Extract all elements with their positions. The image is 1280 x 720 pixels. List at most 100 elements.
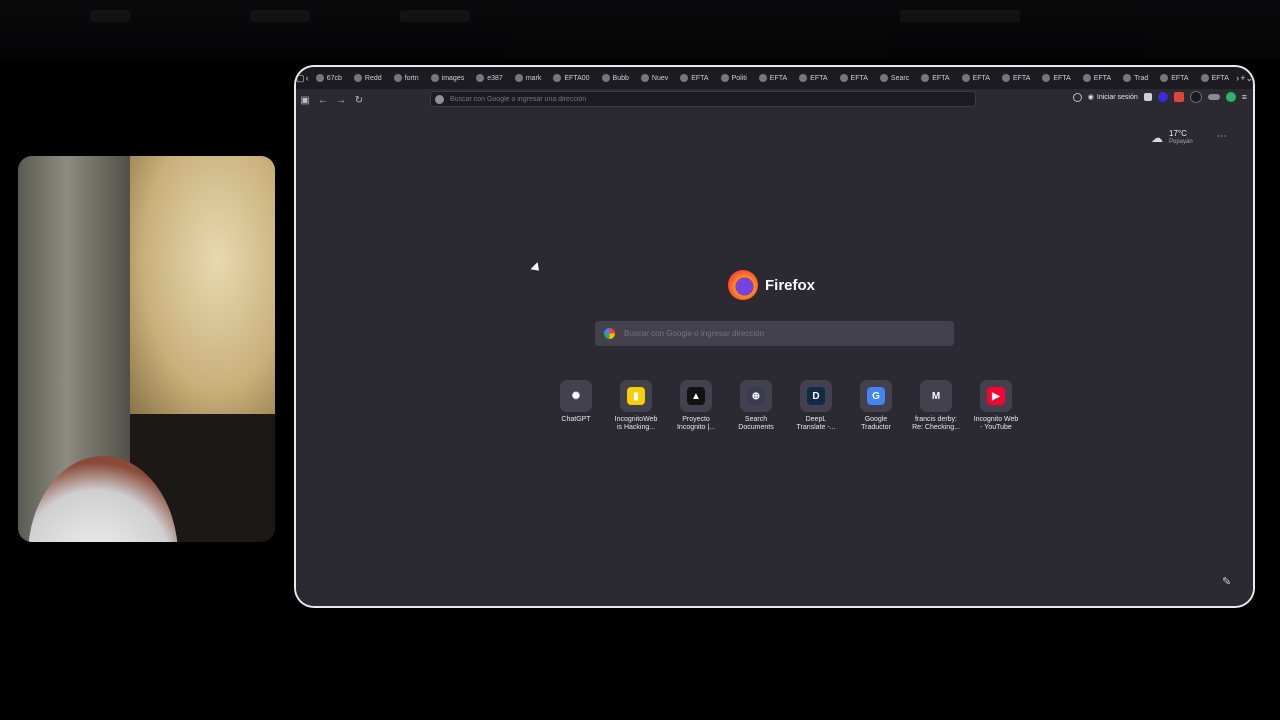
webcam-overlay [18,156,275,542]
tab-favicon-icon [680,74,689,82]
shortcut-icon-box: ⊕ [740,380,772,412]
tab[interactable]: EFTA [834,67,874,89]
tab-label: EFTA [972,74,990,82]
tab[interactable]: EFTA [674,67,714,89]
tab[interactable]: 67cb [310,67,348,89]
shortcut-tile[interactable]: D DeepL Translate -... [786,380,846,432]
sidebar-icon[interactable]: ▣ [296,91,314,109]
tab-label: Trad [1134,74,1149,82]
search-engine-icon[interactable] [435,94,444,104]
tab-label: EFTA [810,74,828,82]
shortcut-label-line2: Re: Checking... [912,424,960,431]
firefox-window: ▢ ‹ 67cb Redd fortn images e387 mark EFTA00 Bub… [296,67,1253,606]
tab[interactable]: e387 [470,67,509,89]
shortcut-label-line2: is Hacking... [616,424,656,431]
tab-favicon-icon [720,74,729,82]
tab-favicon-icon [758,74,767,82]
menu-icon[interactable]: ≡ [1242,92,1247,102]
tab-favicon-icon [1123,74,1132,82]
tab-strip: ▢ ‹ 67cb Redd fortn images e387 mark EFTA00 Bub… [296,67,1253,89]
reload-icon[interactable]: ↻ [350,91,368,109]
tab[interactable]: EFTA [915,67,955,89]
chatgpt-icon: ✺ [567,387,585,405]
google-icon [604,328,615,339]
shortcut-tile[interactable]: ▮ IncognitoWeb is Hacking... [606,380,666,432]
shortcut-tile[interactable]: G Google Traductor [846,380,906,432]
tab[interactable]: EFTA [793,67,833,89]
tab[interactable]: Politi [715,67,753,89]
red-extension-icon[interactable] [1173,92,1184,102]
tab-label: EFTA [1093,74,1112,82]
proton-extension-icon[interactable] [1157,92,1168,102]
tab[interactable]: EFTA [753,67,793,89]
tab-favicon-icon [430,74,439,82]
shortcut-label-line1: Search [744,416,768,423]
tab[interactable]: Searc [874,67,915,89]
shortcut-tile[interactable]: ▶ Incognito Web - YouTube [966,380,1026,432]
tabs-container: 67cb Redd fortn images e387 mark EFTA00 Bubb Nue… [310,67,1235,89]
back-icon[interactable]: ← [314,91,332,109]
shortcut-label: Search Documents [727,416,785,432]
tab[interactable]: Trad [1117,67,1154,89]
tab[interactable]: images [425,67,471,89]
tab-label: Politi [731,74,747,82]
url-input[interactable] [448,94,932,104]
tab-label: EFTA [1053,74,1071,82]
weather-widget[interactable]: ☁ 17°C Popayán [1151,129,1193,146]
extension-icon[interactable] [1143,93,1152,101]
tab[interactable]: EFTA [1154,67,1194,89]
tab[interactable]: Bubb [596,67,635,89]
shortcut-label-line2: Translate -... [796,424,836,431]
shortcut-label-line2: Incognito |... [676,424,715,431]
shortcut-tile[interactable]: Mfrancis derby: Re: Checking... [906,380,966,432]
shortcut-icon-box: ▮ [620,380,652,412]
shortcut-tile[interactable]: ▲ Proyecto Incognito |... [666,380,726,432]
forward-icon[interactable]: → [332,91,350,109]
tab[interactable]: EFTA [956,67,996,89]
glasses-extension-icon[interactable] [1207,94,1220,100]
green-extension-icon[interactable] [1225,92,1236,102]
customize-pencil-icon[interactable]: ✎ [1222,575,1231,588]
tab-favicon-icon [640,74,649,82]
tab-favicon-icon [1160,74,1169,82]
tab-label: EFTA [1211,74,1229,82]
tab[interactable]: EFTA [1195,67,1235,89]
tab-list-icon[interactable]: ▢ [296,67,305,89]
shortcut-tile[interactable]: ⊕ Search Documents [726,380,786,432]
tab[interactable]: EFTA00 [547,67,595,89]
weather-city: Popayán [1169,139,1193,145]
tab[interactable]: Redd [348,67,388,89]
signin-button[interactable]: ◉ Iniciar sesión [1087,93,1138,102]
tab-overflow-icon[interactable]: ⌄ [1245,67,1253,89]
nav-bar: ▣ ← → ↻ ◉ Iniciar sesión ≡ [296,89,1253,111]
tab-label: EFTA00 [564,74,590,82]
tab-label: e387 [487,74,503,82]
proyecto-icon: ▲ [687,387,705,405]
tab[interactable]: fortn [388,67,425,89]
shortcut-tiles: ✺ ChatGPT ▮ IncognitoWeb is Hacking... ▲ Proye… [546,380,1026,432]
firefox-logo: Firefox [728,270,815,300]
tab[interactable]: EFTA [1077,67,1117,89]
shortcut-label-line1: francis derby: [914,416,958,423]
tab[interactable]: EFTA [996,67,1036,89]
account-icon: ◉ [1087,94,1094,101]
tab[interactable]: Nuev [635,67,674,89]
circle-icon[interactable] [1072,92,1082,102]
gmail-icon: M [927,387,945,405]
more-options-icon[interactable]: ⋯ [1217,131,1227,142]
shortcut-label-line2: - YouTube [980,424,1012,431]
shortcut-tile[interactable]: ✺ ChatGPT [546,380,606,432]
newtab-search-input[interactable] [622,328,926,339]
tab-label: mark [525,74,542,82]
tab-favicon-icon [961,74,970,82]
google-translate-icon: G [867,387,885,405]
url-bar[interactable] [430,91,976,107]
shortcut-label-line2: Traductor [861,424,891,431]
newtab-search-box[interactable] [595,321,954,346]
shortcut-icon-box: ✺ [560,380,592,412]
tab-label: fortn [404,74,419,82]
shortcut-icon-box: ▶ [980,380,1012,412]
tab[interactable]: EFTA [1036,67,1076,89]
tab[interactable]: mark [509,67,548,89]
dark-extension-icon[interactable] [1189,91,1202,103]
